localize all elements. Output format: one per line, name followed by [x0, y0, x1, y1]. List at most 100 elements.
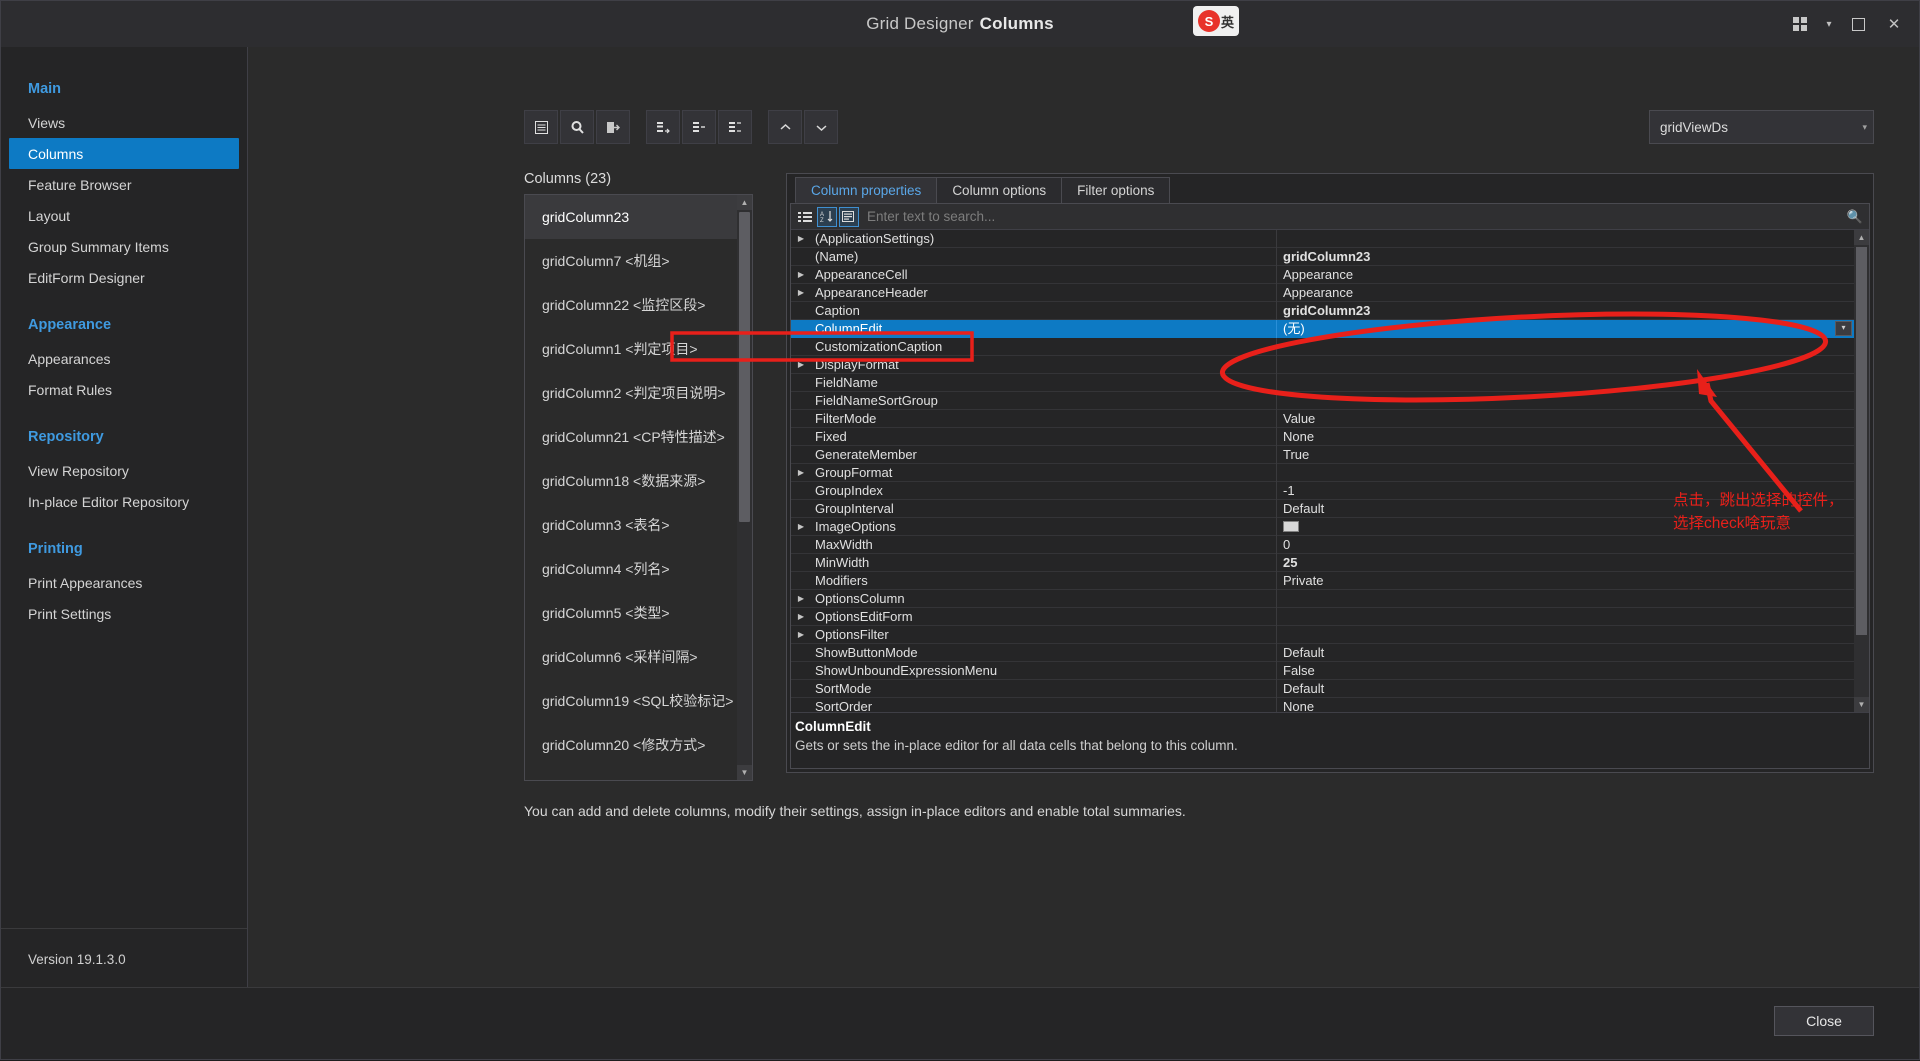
- categorized-icon[interactable]: [795, 207, 815, 227]
- search-input[interactable]: [867, 209, 1845, 224]
- list-item[interactable]: gridColumn18 <数据来源>: [525, 459, 737, 503]
- list-item[interactable]: gridColumn3 <表名>: [525, 503, 737, 547]
- sidebar-item-print-appearances[interactable]: Print Appearances: [1, 567, 247, 598]
- list-item[interactable]: gridColumn20 <修改方式>: [525, 723, 737, 767]
- chevron-down-icon[interactable]: ▾: [1835, 320, 1852, 336]
- delete-column-button[interactable]: [596, 110, 630, 144]
- table-row[interactable]: ▶ OptionsEditForm: [791, 607, 1854, 626]
- table-row[interactable]: GenerateMember True: [791, 445, 1854, 464]
- sidebar-item-layout[interactable]: Layout: [1, 200, 247, 231]
- property-search[interactable]: 🔍: [867, 205, 1865, 228]
- property-value-cell[interactable]: Private: [1277, 572, 1854, 590]
- table-row[interactable]: MinWidth 25: [791, 553, 1854, 572]
- columns-list[interactable]: gridColumn23 gridColumn7 <机组> gridColumn22…: [524, 194, 753, 781]
- scroll-track[interactable]: [1854, 245, 1869, 697]
- property-value-cell[interactable]: gridColumn23: [1277, 248, 1854, 266]
- scroll-up-icon[interactable]: ▲: [1854, 230, 1869, 245]
- sidebar-item-views[interactable]: Views: [1, 107, 247, 138]
- sidebar-item-feature-browser[interactable]: Feature Browser: [1, 169, 247, 200]
- table-row[interactable]: ▶ DisplayFormat: [791, 355, 1854, 374]
- table-row[interactable]: ▶ (ApplicationSettings): [791, 230, 1854, 248]
- table-row[interactable]: ShowButtonMode Default: [791, 643, 1854, 662]
- table-row[interactable]: (Name) gridColumn23: [791, 247, 1854, 266]
- list-item[interactable]: gridColumn23: [525, 195, 737, 239]
- property-pages-icon[interactable]: [839, 206, 859, 227]
- close-icon[interactable]: ✕: [1877, 7, 1911, 41]
- property-grid-scrollbar[interactable]: ▲ ▼: [1854, 230, 1869, 712]
- list-item[interactable]: gridColumn19 <SQL校验标记>: [525, 679, 737, 723]
- grid-view-icon[interactable]: [1783, 7, 1817, 41]
- expand-arrow-icon[interactable]: ▶: [791, 468, 811, 477]
- ime-indicator[interactable]: S 英: [1193, 6, 1239, 36]
- search-icon[interactable]: 🔍: [1845, 209, 1865, 225]
- sidebar-item-group-summary-items[interactable]: Group Summary Items: [1, 231, 247, 262]
- columns-list-scrollbar[interactable]: ▲ ▼: [737, 195, 752, 780]
- table-row[interactable]: FieldNameSortGroup: [791, 391, 1854, 410]
- property-value-cell[interactable]: gridColumn23: [1277, 302, 1854, 320]
- property-value-cell[interactable]: Value: [1277, 410, 1854, 428]
- list-item[interactable]: gridColumn1 <判定项目>: [525, 327, 737, 371]
- tab-column-options[interactable]: Column options: [936, 177, 1063, 203]
- expand-arrow-icon[interactable]: ▶: [791, 612, 811, 621]
- move-down-list-button[interactable]: [718, 110, 752, 144]
- scroll-down-icon[interactable]: ▼: [1854, 697, 1869, 712]
- retrieve-fields-button[interactable]: [560, 110, 594, 144]
- tab-filter-options[interactable]: Filter options: [1061, 177, 1171, 203]
- property-value-cell[interactable]: [1277, 464, 1854, 482]
- property-value-cell[interactable]: [1277, 626, 1854, 644]
- scroll-down-icon[interactable]: ▼: [737, 765, 752, 780]
- move-up-button[interactable]: [768, 110, 802, 144]
- table-row[interactable]: ▶ OptionsFilter: [791, 625, 1854, 644]
- property-value-cell[interactable]: Default: [1277, 680, 1854, 698]
- list-item[interactable]: gridColumn4 <列名>: [525, 547, 737, 591]
- expand-arrow-icon[interactable]: ▶: [791, 270, 811, 279]
- scroll-thumb[interactable]: [739, 212, 750, 522]
- property-value-cell[interactable]: [1277, 590, 1854, 608]
- property-value-cell[interactable]: None: [1277, 428, 1854, 446]
- sidebar-item-appearances[interactable]: Appearances: [1, 343, 247, 374]
- property-value-cell[interactable]: True: [1277, 446, 1854, 464]
- scroll-thumb[interactable]: [1856, 247, 1867, 635]
- list-item[interactable]: gridColumn6 <采样间隔>: [525, 635, 737, 679]
- expand-arrow-icon[interactable]: ▶: [791, 630, 811, 639]
- property-value-cell[interactable]: (无) ▾: [1277, 320, 1854, 338]
- table-row[interactable]: ▶ AppearanceHeader Appearance: [791, 283, 1854, 302]
- table-row[interactable]: FieldName: [791, 373, 1854, 392]
- property-value-cell[interactable]: [1277, 356, 1854, 374]
- property-value-cell[interactable]: 25: [1277, 554, 1854, 572]
- property-value-cell[interactable]: Appearance: [1277, 266, 1854, 284]
- table-row[interactable]: Modifiers Private: [791, 571, 1854, 590]
- table-row[interactable]: ▶ AppearanceCell Appearance: [791, 265, 1854, 284]
- chevron-down-icon[interactable]: ▾: [1819, 7, 1839, 41]
- expand-arrow-icon[interactable]: ▶: [791, 234, 811, 243]
- expand-arrow-icon[interactable]: ▶: [791, 522, 811, 531]
- list-item[interactable]: gridColumn2 <判定项目说明>: [525, 371, 737, 415]
- sidebar-item-print-settings[interactable]: Print Settings: [1, 598, 247, 629]
- scroll-up-icon[interactable]: ▲: [737, 195, 752, 210]
- sidebar-item-editform-designer[interactable]: EditForm Designer: [1, 262, 247, 293]
- table-row[interactable]: ShowUnboundExpressionMenu False: [791, 661, 1854, 680]
- expand-arrow-icon[interactable]: ▶: [791, 360, 811, 369]
- property-value-cell[interactable]: Default: [1277, 644, 1854, 662]
- close-button[interactable]: Close: [1774, 1006, 1874, 1036]
- alphabetical-sort-icon[interactable]: A Z: [817, 206, 837, 227]
- move-down-button[interactable]: [804, 110, 838, 144]
- property-value-cell[interactable]: [1277, 338, 1854, 356]
- table-row[interactable]: SortOrder None: [791, 697, 1854, 712]
- table-row[interactable]: FilterMode Value: [791, 409, 1854, 428]
- property-value-cell[interactable]: [1277, 374, 1854, 392]
- property-value-cell[interactable]: Appearance: [1277, 284, 1854, 302]
- move-first-button[interactable]: [646, 110, 680, 144]
- scroll-track[interactable]: [737, 210, 752, 765]
- table-row[interactable]: ColumnEdit (无) ▾: [791, 319, 1854, 338]
- table-row[interactable]: ▶ GroupFormat: [791, 463, 1854, 482]
- expand-arrow-icon[interactable]: ▶: [791, 594, 811, 603]
- list-item[interactable]: gridColumn21 <CP特性描述>: [525, 415, 737, 459]
- table-row[interactable]: CustomizationCaption: [791, 337, 1854, 356]
- list-item[interactable]: gridColumn5 <类型>: [525, 591, 737, 635]
- expand-arrow-icon[interactable]: ▶: [791, 288, 811, 297]
- property-value-cell[interactable]: 0: [1277, 536, 1854, 554]
- sidebar-item-format-rules[interactable]: Format Rules: [1, 374, 247, 405]
- move-up-list-button[interactable]: [682, 110, 716, 144]
- maximize-icon[interactable]: [1841, 7, 1875, 41]
